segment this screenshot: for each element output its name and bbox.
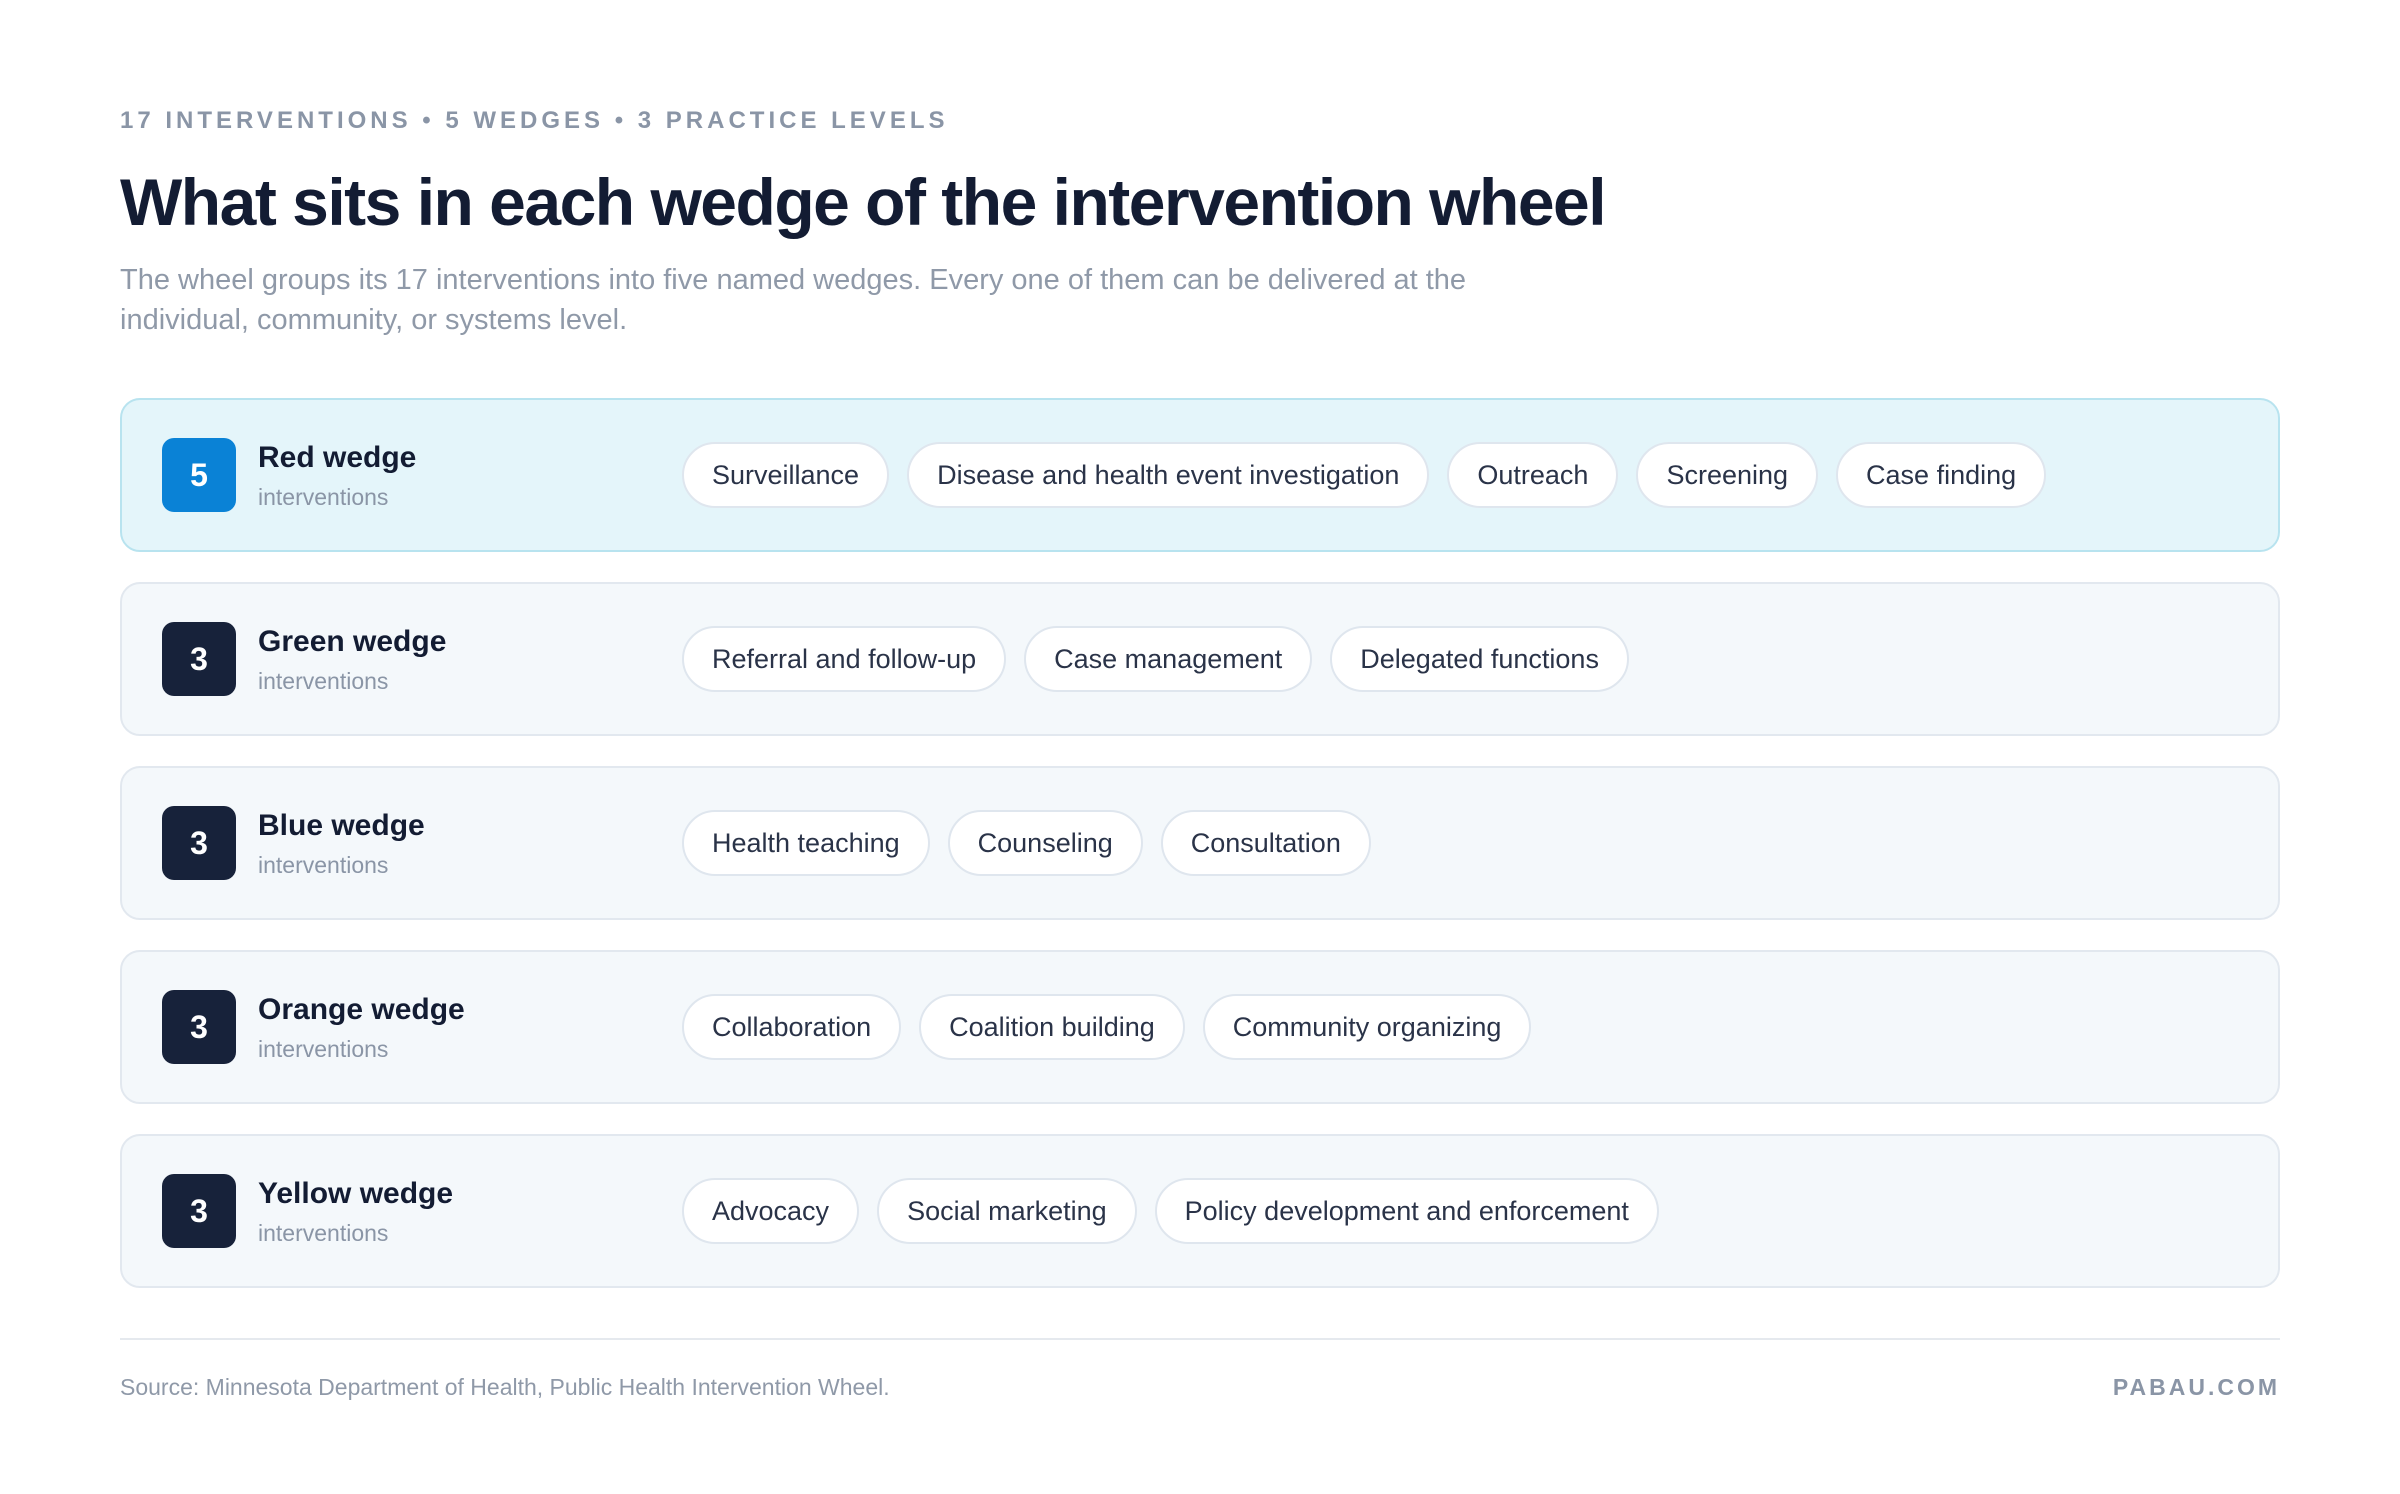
wedge-header: 5 Red wedge interventions [162, 438, 682, 512]
wedge-header: 3 Orange wedge interventions [162, 990, 682, 1064]
wedge-name: Red wedge [258, 441, 417, 474]
wedge-row-orange[interactable]: 3 Orange wedge interventions Collaborati… [120, 950, 2280, 1104]
intervention-chip[interactable]: Surveillance [682, 442, 890, 508]
intervention-chip[interactable]: Outreach [1447, 442, 1619, 508]
intervention-chip[interactable]: Advocacy [682, 1178, 860, 1244]
intervention-chip[interactable]: Delegated functions [1330, 626, 1629, 692]
wedge-row-yellow[interactable]: 3 Yellow wedge interventions Advocacy So… [120, 1134, 2280, 1288]
wedge-name: Green wedge [258, 625, 447, 658]
intervention-chip[interactable]: Health teaching [682, 810, 930, 876]
wedge-header: 3 Yellow wedge interventions [162, 1174, 682, 1248]
wedge-header: 3 Green wedge interventions [162, 622, 682, 696]
footer-divider [120, 1338, 2280, 1340]
brand-label[interactable]: PABAU.COM [2113, 1372, 2280, 1402]
intervention-chip[interactable]: Policy development and enforcement [1154, 1178, 1659, 1244]
intervention-chips: Health teaching Counseling Consultation [682, 810, 1371, 876]
wedge-name: Blue wedge [258, 809, 425, 842]
intervention-chips: Referral and follow-up Case management D… [682, 626, 1629, 692]
wedge-row-blue[interactable]: 3 Blue wedge interventions Health teachi… [120, 766, 2280, 920]
wedge-label-group: Red wedge interventions [258, 439, 416, 511]
wedge-row-green[interactable]: 3 Green wedge interventions Referral and… [120, 582, 2280, 736]
intervention-chip[interactable]: Case management [1024, 626, 1313, 692]
page-title: What sits in each wedge of the intervent… [120, 165, 1607, 239]
wedge-header: 3 Blue wedge interventions [162, 806, 682, 880]
page: 17 INTERVENTIONS • 5 WEDGES • 3 PRACTICE… [0, 0, 2400, 1494]
intervention-chips: Surveillance Disease and health event in… [682, 442, 2047, 508]
source-note: Source: Minnesota Department of Health, … [120, 1374, 890, 1400]
wedge-label-group: Blue wedge interventions [258, 807, 425, 879]
count-badge: 3 [162, 622, 236, 696]
intervention-chips: Collaboration Coalition building Communi… [682, 994, 1532, 1060]
count-badge: 3 [162, 1174, 236, 1248]
intervention-chip[interactable]: Case finding [1836, 442, 2047, 508]
wedge-subtitle: interventions [258, 668, 389, 694]
wedge-label-group: Orange wedge interventions [258, 991, 465, 1063]
intervention-chip[interactable]: Consultation [1160, 810, 1371, 876]
count-badge: 5 [162, 438, 236, 512]
intervention-chip[interactable]: Disease and health event investigation [907, 442, 1430, 508]
wedge-subtitle: interventions [258, 1220, 389, 1246]
intervention-chip[interactable]: Counseling [947, 810, 1143, 876]
intervention-chip[interactable]: Collaboration [682, 994, 902, 1060]
intervention-chip[interactable]: Referral and follow-up [682, 626, 1007, 692]
wedge-name: Yellow wedge [258, 1177, 454, 1210]
intervention-chip[interactable]: Screening [1636, 442, 1819, 508]
intervention-chip[interactable]: Community organizing [1202, 994, 1532, 1060]
intervention-chip[interactable]: Social marketing [877, 1178, 1137, 1244]
wedge-subtitle: interventions [258, 852, 389, 878]
wedge-list: 5 Red wedge interventions Surveillance D… [120, 398, 2280, 1288]
count-badge: 3 [162, 806, 236, 880]
eyebrow: 17 INTERVENTIONS • 5 WEDGES • 3 PRACTICE… [120, 107, 949, 134]
intervention-chips: Advocacy Social marketing Policy develop… [682, 1178, 1659, 1244]
wedge-row-red[interactable]: 5 Red wedge interventions Surveillance D… [120, 398, 2280, 552]
intervention-chip[interactable]: Coalition building [919, 994, 1185, 1060]
wedge-label-group: Yellow wedge interventions [258, 1175, 453, 1247]
wedge-label-group: Green wedge interventions [258, 623, 446, 695]
wedge-name: Orange wedge [258, 993, 465, 1026]
wedge-subtitle: interventions [258, 1036, 389, 1062]
count-badge: 3 [162, 990, 236, 1064]
wedge-subtitle: interventions [258, 484, 389, 510]
page-subtitle: The wheel groups its 17 interventions in… [120, 264, 1467, 336]
